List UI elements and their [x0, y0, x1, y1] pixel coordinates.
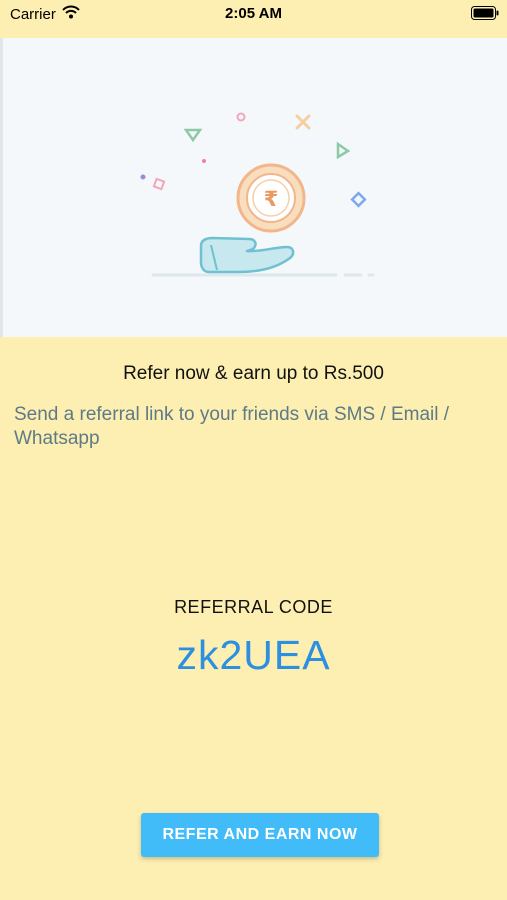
confetti-dot-icon — [202, 159, 206, 163]
svg-text:₹: ₹ — [264, 187, 279, 211]
confetti-square-icon — [152, 177, 166, 191]
referral-illustration: ₹ — [0, 38, 507, 337]
referral-description: Send a referral link to your friends via… — [14, 404, 450, 449]
status-bar: Carrier 2:05 AM — [0, 0, 507, 28]
confetti-play-icon — [336, 141, 351, 160]
confetti-triangle-icon — [183, 128, 203, 143]
referral-headline: Refer now & earn up to Rs.500 — [123, 363, 384, 384]
clock: 2:05 AM — [225, 5, 282, 22]
hand-icon — [199, 236, 295, 274]
rupee-coin-icon: ₹ — [236, 163, 306, 233]
refer-and-earn-button[interactable]: REFER AND EARN NOW — [141, 813, 379, 857]
confetti-circle-icon — [236, 112, 246, 122]
confetti-cross-icon — [295, 114, 311, 130]
confetti-diamond-icon — [350, 191, 367, 208]
battery-icon — [471, 6, 499, 20]
referral-code-value: zk2UEA — [176, 632, 331, 678]
confetti-star-icon — [140, 174, 146, 180]
referral-code-label: REFERRAL CODE — [174, 597, 333, 617]
